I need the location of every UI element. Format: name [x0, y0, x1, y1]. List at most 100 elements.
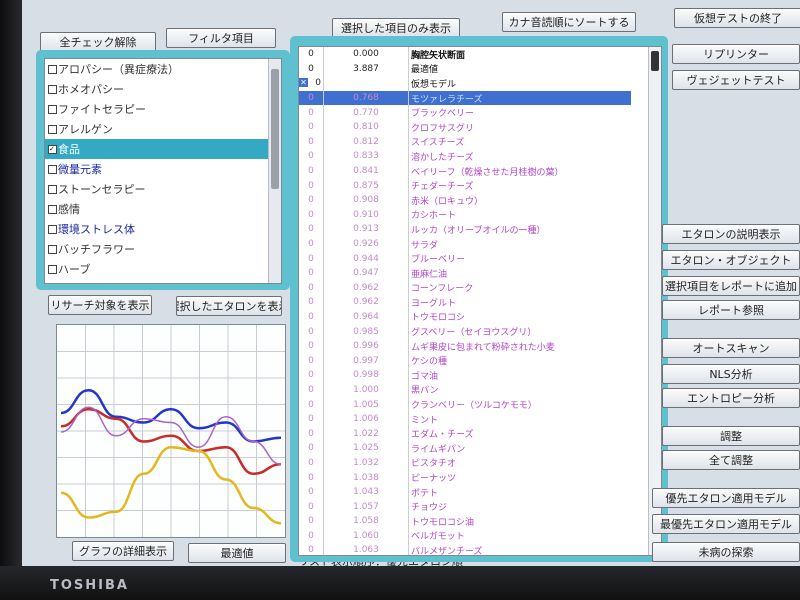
- unknown-search-button[interactable]: 未病の探索: [652, 542, 800, 562]
- row-check[interactable]: 0: [299, 47, 324, 62]
- table-row[interactable]: 0 0.962 ヨーグルト: [299, 295, 631, 310]
- table-row[interactable]: 0 0.910 カシホート: [299, 207, 631, 223]
- row-check[interactable]: 0: [299, 382, 324, 398]
- report-view-button[interactable]: レポート参照: [662, 300, 800, 320]
- auto-scan-button[interactable]: オートスキャン: [662, 338, 800, 358]
- row-check[interactable]: 0: [299, 309, 324, 325]
- row-check[interactable]: 0: [299, 265, 324, 281]
- table-row[interactable]: 0 0.810 クロフサスグリ: [299, 119, 631, 135]
- sort-by-kana-button[interactable]: カナ音読順にソートする: [502, 12, 636, 32]
- row-check[interactable]: 0: [299, 280, 324, 296]
- table-row[interactable]: 0 0.985 グスベリー（セイヨウスグリ）: [299, 324, 631, 339]
- checklist-item[interactable]: ✓ 食品: [45, 139, 268, 159]
- show-selected-only-button[interactable]: 選択した項目のみ表示: [332, 18, 460, 38]
- graph-details-button[interactable]: グラフの詳細表示: [72, 541, 174, 561]
- checkbox-icon[interactable]: [48, 204, 57, 214]
- table-row[interactable]: 0 1.063 パルメザンチーズ: [299, 543, 631, 555]
- table-row[interactable]: 0 0.944 ブルーベリー: [299, 251, 631, 266]
- row-check[interactable]: 0: [299, 484, 324, 500]
- checklist-item[interactable]: アレルゲン: [45, 119, 268, 139]
- row-check[interactable]: 0: [299, 163, 324, 179]
- row-check[interactable]: 0: [299, 499, 324, 514]
- row-check[interactable]: 0: [299, 470, 324, 485]
- table-row[interactable]: 0 0.926 サラダ: [299, 236, 631, 252]
- table-row[interactable]: 0 0.947 亜麻仁油: [299, 265, 631, 281]
- checklist-item[interactable]: アロパシー（異症療法）: [45, 59, 268, 79]
- row-check[interactable]: 0: [299, 90, 324, 106]
- row-check[interactable]: 0: [299, 455, 324, 471]
- table-row[interactable]: 0 1.025 ライムギパン: [299, 441, 631, 456]
- add-to-report-button[interactable]: 選択項目をレポートに追加: [662, 276, 800, 296]
- checklist-item[interactable]: 感情: [45, 199, 268, 219]
- nls-analysis-button[interactable]: NLS分析: [662, 364, 800, 384]
- checklist-item[interactable]: 環境ストレス体: [45, 219, 268, 239]
- table-row[interactable]: 0 0.833 溶かしたチーズ: [299, 149, 631, 164]
- row-check[interactable]: 0: [299, 295, 324, 310]
- checkbox-icon[interactable]: [48, 224, 57, 234]
- checkbox-icon[interactable]: [48, 104, 57, 114]
- row-check[interactable]: 0: [299, 251, 324, 266]
- checklist-item[interactable]: ストーンセラピー: [45, 179, 268, 199]
- checkbox-checked-icon[interactable]: ✓: [48, 144, 57, 154]
- table-row[interactable]: 0 1.058 トウモロコシ油: [299, 514, 631, 529]
- checkbox-icon[interactable]: [48, 124, 57, 134]
- table-row[interactable]: 0 0.908 赤米（ロキュウ）: [299, 192, 631, 208]
- table-row[interactable]: 0 0.875 チェダーチーズ: [299, 178, 631, 193]
- row-check[interactable]: 0: [299, 338, 324, 354]
- list-scrollbar[interactable]: [648, 47, 661, 555]
- row-check[interactable]: 0: [299, 411, 324, 427]
- checklist-item[interactable]: 肯定的な言葉やテキスト: [45, 279, 268, 283]
- checklist-item[interactable]: ファイトセラピー: [45, 99, 268, 119]
- table-row[interactable]: 0 1.022 エダム・チーズ: [299, 426, 631, 442]
- table-row[interactable]: 0 0.812 スイスチーズ: [299, 134, 631, 150]
- row-check[interactable]: 0: [299, 397, 324, 412]
- table-row[interactable]: 0 0.841 ベイリーフ（乾燥させた月桂樹の葉）: [299, 163, 631, 179]
- row-check[interactable]: 0: [299, 61, 324, 77]
- etalon-description-button[interactable]: エタロンの説明表示: [662, 224, 800, 244]
- top-priority-etalon-model-button[interactable]: 最優先エタロン適用モデル: [652, 514, 800, 534]
- table-row[interactable]: 0 1.057 チョウジ: [299, 499, 631, 514]
- uncheck-all-button[interactable]: 全チェック解除: [40, 32, 156, 52]
- row-check[interactable]: 0: [299, 105, 324, 120]
- table-row-virtual-model[interactable]: ✕ 0 仮想モデル: [299, 76, 631, 91]
- show-research-target-button[interactable]: リサーチ対象を表示: [48, 295, 152, 315]
- vegetative-test-button[interactable]: ヴェジェットテスト: [672, 70, 800, 90]
- row-check[interactable]: 0: [299, 441, 324, 456]
- checkbox-icon[interactable]: [48, 264, 57, 274]
- table-row[interactable]: 0 1.005 クランベリー（ツルコケモモ）: [299, 397, 631, 412]
- checkbox-icon[interactable]: [48, 184, 57, 194]
- checkbox-icon[interactable]: [48, 244, 57, 254]
- row-check[interactable]: 0: [299, 543, 324, 555]
- row-check[interactable]: 0: [299, 514, 324, 529]
- table-row[interactable]: 0 1.038 ピーナッツ: [299, 470, 631, 485]
- optimal-value-button[interactable]: 最適値: [188, 543, 286, 563]
- checkbox-icon[interactable]: [48, 84, 57, 94]
- table-row[interactable]: 0 0.962 コーンフレーク: [299, 280, 631, 296]
- end-virtual-test-button[interactable]: 仮想テストの終了: [674, 8, 800, 28]
- table-row[interactable]: 0 1.060 ベルガモット: [299, 528, 631, 544]
- adjust-button[interactable]: 調整: [662, 426, 800, 446]
- list-scroll-thumb[interactable]: [651, 51, 659, 71]
- table-row[interactable]: 0 0.913 ルッカ（オリーブオイルの一種）: [299, 222, 631, 237]
- entropy-analysis-button[interactable]: エントロピー分析: [662, 388, 800, 408]
- table-row[interactable]: 0 0.998 ゴマ油: [299, 368, 631, 383]
- table-row-optimal[interactable]: 0 3.887 最適値: [299, 61, 631, 77]
- table-row[interactable]: 0 0.964 トウモロコシ: [299, 309, 631, 325]
- checklist-item[interactable]: 微量元素: [45, 159, 268, 179]
- show-selected-etalon-button[interactable]: 選択したエタロンを表示: [176, 296, 282, 316]
- table-row[interactable]: 0 0.768 モツァレラチーズ: [299, 90, 631, 106]
- checkbox-icon[interactable]: [48, 64, 57, 74]
- table-row[interactable]: 0 1.032 ピスタチオ: [299, 455, 631, 471]
- checklist-scroll-thumb[interactable]: [271, 69, 279, 189]
- table-row[interactable]: 0 0.996 ムギ果皮に包まれて粉砕された小麦: [299, 338, 631, 354]
- checklist-item[interactable]: バッチフラワー: [45, 239, 268, 259]
- row-check[interactable]: 0: [299, 149, 324, 164]
- row-check[interactable]: 0: [299, 134, 324, 150]
- row-check[interactable]: 0: [299, 178, 324, 193]
- etalon-object-button[interactable]: エタロン・オブジェクト: [662, 250, 800, 270]
- close-x-icon[interactable]: ✕: [299, 78, 308, 88]
- table-row[interactable]: 0 0.997 ケシの種: [299, 353, 631, 369]
- reprinter-button[interactable]: リプリンター: [672, 44, 800, 64]
- filter-items-button[interactable]: フィルタ項目: [166, 28, 276, 48]
- table-row-header[interactable]: 0 0.000 胸腔矢状断面: [299, 47, 631, 62]
